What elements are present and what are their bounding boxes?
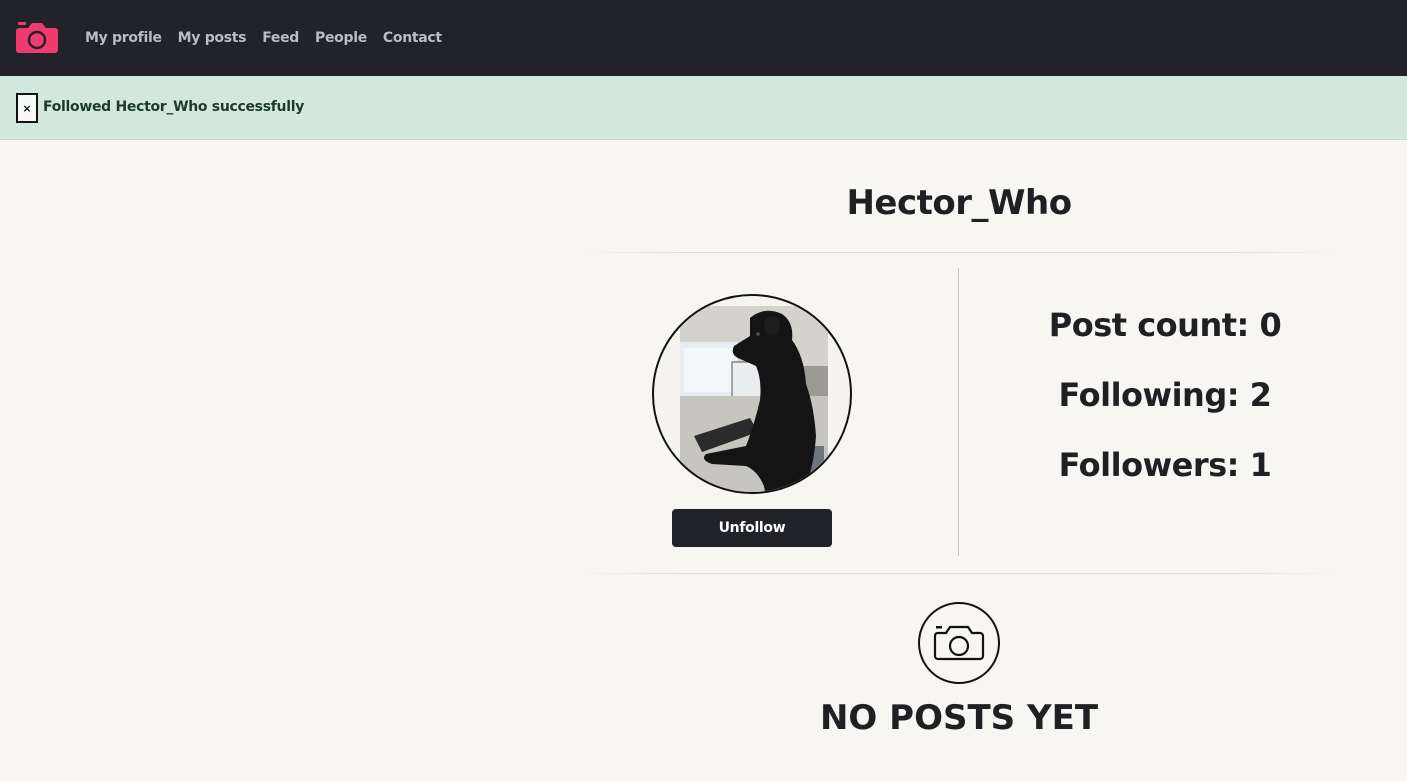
unfollow-button[interactable]: Unfollow xyxy=(672,509,832,547)
nav-link-contact[interactable]: Contact xyxy=(383,30,442,46)
alert-message: Followed Hector_Who successfully xyxy=(43,99,305,115)
alert-close-button[interactable]: × xyxy=(16,93,38,123)
no-posts-text: NO POSTS YET xyxy=(819,698,1099,738)
dog-photo-icon xyxy=(680,306,828,492)
nav-link-my-profile[interactable]: My profile xyxy=(85,30,162,46)
divider-top xyxy=(575,252,1340,253)
nav-link-feed[interactable]: Feed xyxy=(262,30,299,46)
nav-link-my-posts[interactable]: My posts xyxy=(178,30,247,46)
stat-followers: Followers: 1 xyxy=(1058,446,1272,484)
profile-avatar xyxy=(652,294,852,494)
profile-username: Hector_Who xyxy=(846,183,1072,223)
nav-links: My profile My posts Feed People Contact xyxy=(85,0,458,76)
top-navbar: My profile My posts Feed People Contact xyxy=(0,0,1407,76)
no-posts-camera-icon xyxy=(917,601,1001,685)
stat-post-count: Post count: 0 xyxy=(1048,306,1282,344)
nav-link-people[interactable]: People xyxy=(315,30,367,46)
stat-following: Following: 2 xyxy=(1058,376,1272,414)
divider-bottom xyxy=(575,573,1340,574)
success-alert: × Followed Hector_Who successfully xyxy=(0,76,1407,140)
vertical-divider xyxy=(958,268,959,556)
brand-camera-icon[interactable] xyxy=(16,20,58,54)
